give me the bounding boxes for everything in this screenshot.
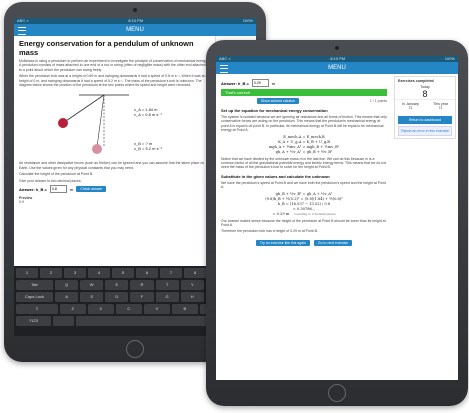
solution-column: Answer: h_B = 0.29 m That's correct! Sho… xyxy=(216,79,392,246)
preview-label: Preview xyxy=(19,196,33,201)
step2-text: We have the pendulum's speed at Point B … xyxy=(221,180,386,190)
key[interactable]: 5 xyxy=(112,268,134,278)
back-tablet-device: ABC ≈ 8:10 PM 100% MENU Answer: h_B = 0.… xyxy=(206,40,468,406)
key[interactable]: V xyxy=(143,304,170,314)
intro-text: Multiclass is using a pendulum to perfor… xyxy=(19,59,208,72)
answer-input[interactable]: 0.29 xyxy=(251,79,269,87)
answer-input[interactable]: 0.8 xyxy=(49,185,67,194)
equation: gh_A + ½v_A² = gh_B + ½v_B² xyxy=(275,149,333,154)
preview-box: Preview 0.9 xyxy=(19,196,209,205)
key[interactable]: C xyxy=(115,304,142,314)
exercises-completed-panel: Exercises completed Today 8 In January 7… xyxy=(394,76,456,139)
key[interactable]: 1 xyxy=(16,268,38,278)
stats-row: In January 71 This year 71 xyxy=(395,99,455,110)
key[interactable]: 3 xyxy=(64,268,86,278)
equation-block-1: E_mech,A = E_mech,B K_A + U_g,A = K_B + … xyxy=(216,135,392,155)
key[interactable]: G xyxy=(155,292,179,302)
equation-final: = 0.29 m rounding to 2 decimal places xyxy=(216,212,392,217)
correct-banner: That's correct! xyxy=(221,89,387,96)
key-caps-lock[interactable]: Caps Lock xyxy=(16,292,53,302)
hamburger-menu-icon[interactable] xyxy=(18,27,26,35)
hint-text: Give your answer to two decimal places. xyxy=(19,178,82,183)
menu-label[interactable]: MENU xyxy=(126,27,144,33)
key[interactable]: H xyxy=(180,292,204,302)
key-tab[interactable]: Tab xyxy=(16,280,53,290)
key[interactable]: T xyxy=(155,280,179,290)
answer-unit: m xyxy=(69,186,74,192)
label-b-speed: v_B = 5.2 m s⁻¹ xyxy=(134,146,163,151)
hamburger-menu-icon[interactable] xyxy=(220,65,228,73)
panel-title: Exercises completed xyxy=(398,79,434,83)
step1-note: Notice that we have divided by the unkno… xyxy=(221,156,387,170)
key-space[interactable] xyxy=(76,316,207,326)
next-exercise-button[interactable]: Go to next exercise xyxy=(313,239,353,246)
pendulum-svg: v_A = 1.84 m v_A = 0.8 m s⁻¹ v_B = ? m v… xyxy=(58,94,163,155)
equation-block-2: gh_B + ½v_B² = gh_A + ½v_A² (9.8)h_B + ½… xyxy=(216,192,392,217)
key[interactable]: 7 xyxy=(160,268,182,278)
marks-label: 1 / 1 points xyxy=(369,99,387,103)
bob-point-a xyxy=(58,118,68,129)
key-blank[interactable] xyxy=(52,316,75,326)
conclusion-text: Our answer makes sense because the heigh… xyxy=(221,218,386,228)
answer-unit: m xyxy=(271,80,276,86)
pendulum-diagram: v_A = 1.84 m v_A = 0.8 m s⁻¹ v_B = ? m v… xyxy=(19,89,209,159)
key[interactable]: 8 xyxy=(184,268,206,278)
key[interactable]: 4 xyxy=(88,268,110,278)
key[interactable]: B xyxy=(171,304,198,314)
key[interactable]: Q xyxy=(55,280,79,290)
assumptions-text: Air resistance and other dissipative for… xyxy=(19,161,205,170)
key-shift[interactable]: ⇧ xyxy=(16,304,58,314)
camera xyxy=(133,8,137,12)
answer-label: Answer: h_B = xyxy=(221,80,249,86)
show-worked-solution-button[interactable]: Show worked solution xyxy=(257,98,300,104)
report-error-button[interactable]: Report an error in this exercise xyxy=(398,126,452,136)
key[interactable]: 6 xyxy=(136,268,158,278)
step2-title: Substitute in the given values and calcu… xyxy=(221,173,330,179)
check-answer-button[interactable]: Check answer xyxy=(76,186,107,193)
home-button-icon[interactable] xyxy=(126,340,144,358)
menu-label[interactable]: MENU xyxy=(328,65,346,71)
stat-year: This year 71 xyxy=(433,102,448,110)
question-text: Calculate the height of the pendulum at … xyxy=(19,172,94,177)
stat-value: 71 xyxy=(408,106,413,110)
answer-row: Answer: h_B = 0.29 m xyxy=(221,79,387,87)
label-a-speed: v_A = 0.8 m s⁻¹ xyxy=(134,112,162,117)
equation: = 0.29 m xyxy=(272,211,290,216)
key[interactable]: E xyxy=(105,280,129,290)
home-button-icon[interactable] xyxy=(328,384,346,402)
result-row: Show worked solution 1 / 1 points xyxy=(221,98,387,104)
key[interactable]: 2 xyxy=(40,268,62,278)
try-again-button[interactable]: Try an exercise like this again xyxy=(255,239,310,246)
given-values-text: When the pendulum bob was at a height of… xyxy=(19,74,208,88)
key[interactable]: A xyxy=(55,292,79,302)
final-answer-text: Therefore the pendulum bob has a height … xyxy=(221,229,318,234)
return-dashboard-button[interactable]: Return to dashboard xyxy=(398,116,452,124)
answer-label: Answer: h_B = xyxy=(19,186,47,192)
menu-bar: MENU xyxy=(216,62,458,74)
footer-buttons: Try an exercise like this again Go to ne… xyxy=(216,239,392,246)
rounding-note: rounding to 2 decimal places xyxy=(294,211,336,216)
key[interactable]: X xyxy=(87,304,114,314)
key[interactable]: S xyxy=(80,292,104,302)
key-numbers[interactable]: ?123 xyxy=(16,316,51,326)
back-tablet-screen: ABC ≈ 8:10 PM 100% MENU Answer: h_B = 0.… xyxy=(216,56,458,380)
step1-text: The system is isolated because we are ig… xyxy=(221,115,387,133)
key[interactable]: F xyxy=(130,292,154,302)
stat-value: 71 xyxy=(438,106,443,110)
key[interactable]: Z xyxy=(59,304,86,314)
answer-row: Answer: h_B = 0.8 m Check answer xyxy=(19,185,209,194)
camera xyxy=(335,46,339,50)
bob-point-b xyxy=(92,144,102,155)
menu-bar: MENU xyxy=(14,24,256,36)
key[interactable]: Y xyxy=(180,280,204,290)
key[interactable]: W xyxy=(80,280,104,290)
step1-title: Set up the equation for mechanical energ… xyxy=(221,108,328,113)
key[interactable]: R xyxy=(130,280,154,290)
stat-january: In January 71 xyxy=(402,102,419,110)
preview-value: 0.9 xyxy=(19,200,24,205)
exercise-title: Energy conservation for a pendulum of un… xyxy=(19,39,194,57)
today-count: 8 xyxy=(422,89,428,99)
key[interactable]: D xyxy=(105,292,129,302)
